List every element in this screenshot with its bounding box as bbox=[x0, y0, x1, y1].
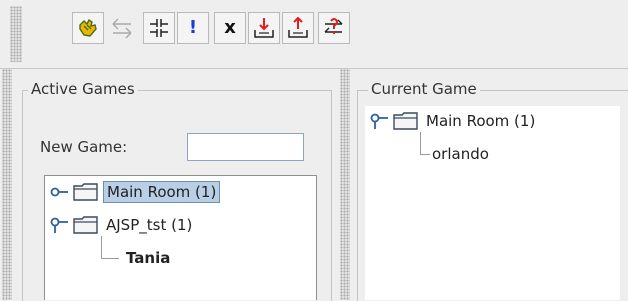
current-game-title: Current Game bbox=[368, 80, 480, 98]
swap-button[interactable] bbox=[106, 12, 138, 44]
upload-button[interactable] bbox=[282, 12, 314, 44]
folder-icon bbox=[73, 183, 98, 201]
alert-button[interactable]: ! bbox=[177, 12, 209, 44]
tree-node-label[interactable]: Main Room (1) bbox=[423, 111, 538, 131]
tree-line bbox=[420, 132, 421, 154]
tree-node-current-room[interactable]: Main Room (1) bbox=[369, 109, 538, 133]
folder-icon bbox=[393, 112, 418, 130]
tree-collapse-handle-icon[interactable] bbox=[369, 111, 389, 131]
tree-node-label[interactable]: Main Room (1) bbox=[103, 181, 221, 203]
upload-tray-icon bbox=[288, 16, 308, 38]
tree-collapse-handle-icon[interactable] bbox=[49, 215, 69, 235]
active-games-tree: Main Room (1) AJSP_tst (1) Tania bbox=[44, 175, 317, 300]
tree-leaf-player[interactable]: orlando bbox=[429, 142, 492, 166]
tree-node-main-room[interactable]: Main Room (1) bbox=[49, 180, 221, 204]
hand-icon bbox=[79, 18, 97, 37]
active-games-title: Active Games bbox=[28, 80, 138, 98]
tree-node-ajsp-tst[interactable]: AJSP_tst (1) bbox=[49, 213, 195, 237]
folder-icon bbox=[73, 216, 98, 234]
split-icon bbox=[150, 19, 168, 37]
tree-line bbox=[101, 236, 102, 258]
split-button[interactable] bbox=[143, 12, 175, 44]
tree-expand-handle-icon[interactable] bbox=[49, 182, 69, 202]
join-game-button[interactable] bbox=[72, 12, 104, 44]
sync-question-icon bbox=[324, 18, 343, 34]
x-icon: x bbox=[224, 17, 236, 38]
left-splitter-grip[interactable] bbox=[2, 69, 12, 300]
toolbar: ! x bbox=[0, 0, 628, 69]
close-game-button[interactable]: x bbox=[214, 12, 246, 44]
new-game-input[interactable] bbox=[187, 133, 304, 161]
download-tray-icon bbox=[254, 18, 274, 38]
tree-line bbox=[101, 258, 119, 259]
player-name[interactable]: Tania bbox=[123, 248, 173, 268]
current-game-tree: Main Room (1) orlando bbox=[365, 106, 620, 300]
player-name[interactable]: orlando bbox=[429, 144, 492, 164]
swap-arrows-icon bbox=[112, 18, 132, 39]
toolbar-grip[interactable] bbox=[10, 6, 22, 62]
exclamation-icon: ! bbox=[188, 17, 198, 38]
download-button[interactable] bbox=[248, 12, 280, 44]
tree-leaf-player[interactable]: Tania bbox=[123, 246, 173, 270]
tree-node-label[interactable]: AJSP_tst (1) bbox=[103, 215, 195, 235]
new-game-label: New Game: bbox=[40, 138, 128, 156]
center-splitter-grip[interactable] bbox=[340, 69, 350, 300]
sync-button[interactable] bbox=[318, 12, 350, 44]
